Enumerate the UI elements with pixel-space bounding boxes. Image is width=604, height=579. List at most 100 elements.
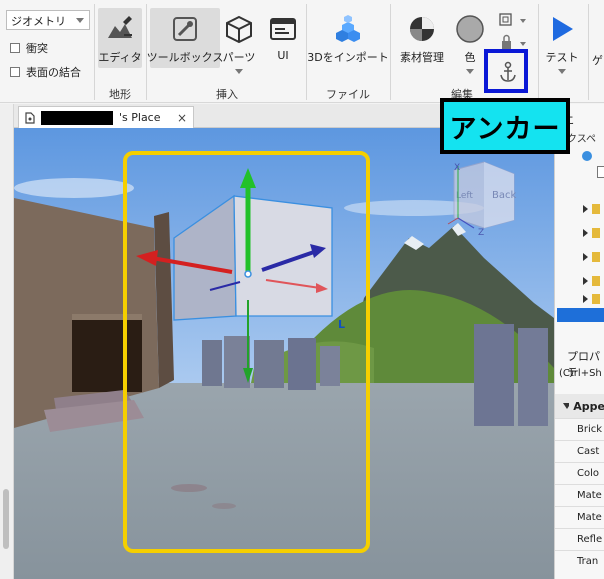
folder-icon	[592, 276, 600, 286]
tab-title: 's Place	[119, 111, 161, 124]
terrain-group-label: 地形	[109, 88, 131, 101]
group-button[interactable]	[498, 12, 528, 30]
join-surfaces-checkbox[interactable]	[10, 67, 20, 77]
lock-icon	[502, 34, 526, 49]
cube-icon	[222, 12, 256, 46]
anchor-callout: アンカー	[440, 98, 570, 154]
collision-checkbox[interactable]	[10, 43, 20, 53]
parts-label: パーツ	[222, 51, 256, 64]
import-3d-button[interactable]: 3Dをインポート	[307, 8, 389, 68]
property-name: Brick	[577, 424, 603, 435]
file-group-label: ファイル	[326, 88, 370, 101]
terrain-editor-button[interactable]: エディタ	[98, 8, 142, 68]
property-row[interactable]: Refle	[555, 528, 604, 550]
group-divider	[588, 4, 589, 100]
expand-arrow-icon[interactable]	[583, 277, 588, 285]
property-row[interactable]: Brick	[555, 418, 604, 440]
tree-item[interactable]	[583, 226, 604, 240]
expand-arrow-icon[interactable]	[583, 295, 588, 303]
color-circle-icon	[453, 12, 487, 46]
ground-mark	[212, 503, 236, 509]
toolbox-button[interactable]: ツールボックス	[147, 8, 223, 68]
geometry-dropdown[interactable]: ジオメトリ	[6, 10, 90, 30]
chevron-down-icon	[558, 69, 566, 74]
property-row[interactable]: Mate	[555, 484, 604, 506]
explorer-properties-panel: エ ークスペ プロパテ (Ctrl+Sh Appe Brick Cast Col…	[554, 104, 604, 579]
group-divider	[538, 4, 539, 100]
join-surfaces-checkbox-row[interactable]: 表面の結合	[10, 64, 81, 80]
property-row[interactable]: Mate	[555, 506, 604, 528]
collision-checkbox-row[interactable]: 衝突	[10, 40, 48, 56]
lock-button[interactable]	[498, 34, 528, 50]
import-3d-icon	[331, 12, 365, 46]
left-edge-panel	[0, 104, 14, 579]
editor-label: エディタ	[98, 51, 142, 64]
property-name: Colo	[577, 468, 599, 479]
view-cube-z-axis-label: Z	[478, 228, 484, 238]
cloud	[14, 178, 134, 198]
tree-item[interactable]	[583, 250, 604, 264]
ui-label: UI	[277, 49, 289, 62]
terrain-editor-icon	[103, 12, 137, 46]
viewport-scene: L Left Back X Z	[14, 128, 554, 579]
chevron-down-icon	[76, 18, 84, 23]
fence-block	[518, 328, 548, 426]
folder-icon	[592, 294, 600, 304]
close-icon[interactable]: ×	[177, 111, 187, 125]
property-row[interactable]: Tran	[555, 550, 604, 572]
folder-icon	[592, 252, 600, 262]
tree-item[interactable]	[583, 274, 604, 288]
expand-arrow-icon[interactable]	[583, 229, 588, 237]
collapse-arrow-icon	[563, 403, 570, 409]
folder-icon	[592, 228, 600, 238]
group-divider	[390, 4, 391, 100]
appearance-section-header[interactable]: Appe	[555, 394, 604, 418]
selected-tree-item[interactable]	[557, 308, 604, 322]
material-manager-label: 素材管理	[400, 51, 444, 64]
ground-mark	[171, 484, 207, 492]
fence-block	[288, 338, 316, 390]
import-3d-label: 3Dをインポート	[307, 51, 389, 64]
place-document-tab[interactable]: 's Place ×	[18, 106, 194, 128]
workspace-icon	[582, 151, 592, 161]
property-name: Cast	[577, 446, 600, 457]
redacted-username	[41, 110, 113, 125]
insert-group-label: 挿入	[216, 88, 238, 101]
material-manager-button[interactable]: 素材管理	[394, 8, 450, 68]
properties-filter-input[interactable]: (Ctrl+Sh	[559, 368, 602, 379]
parts-button[interactable]: パーツ	[220, 8, 258, 82]
left-scrollbar-thumb[interactable]	[3, 489, 9, 549]
color-label: 色	[464, 51, 476, 64]
house-wall	[14, 198, 159, 428]
chevron-down-icon	[466, 69, 474, 74]
join-surfaces-label: 表面の結合	[26, 66, 81, 79]
material-icon	[405, 12, 439, 46]
view-cube-x-axis-label: X	[454, 163, 460, 173]
fence-block	[224, 336, 250, 388]
document-icon	[25, 111, 35, 124]
tree-item[interactable]	[583, 292, 604, 306]
expand-arrow-icon[interactable]	[583, 253, 588, 261]
toolbox-icon	[168, 12, 202, 46]
fence-block	[320, 346, 340, 386]
property-row[interactable]: Cast	[555, 440, 604, 462]
group-icon	[499, 13, 526, 26]
test-label: テスト	[545, 51, 579, 64]
property-row[interactable]: Colo	[555, 462, 604, 484]
local-space-indicator: L	[338, 318, 345, 331]
folder-icon	[592, 204, 600, 214]
collision-label: 衝突	[26, 42, 48, 55]
3d-viewport[interactable]: L Left Back X Z	[14, 128, 554, 579]
house-door	[72, 314, 142, 392]
test-button[interactable]: テスト	[542, 8, 582, 82]
color-button[interactable]: 色	[452, 8, 488, 82]
property-name: Refle	[577, 534, 603, 545]
appearance-section-label: Appe	[573, 399, 604, 413]
ui-button[interactable]: UI	[264, 8, 302, 68]
property-name: Mate	[577, 490, 602, 501]
expand-arrow-icon[interactable]	[583, 205, 588, 213]
group-divider	[94, 4, 95, 100]
tree-item[interactable]	[583, 202, 604, 216]
anchor-highlight-box	[484, 49, 528, 93]
truncated-tool-label: ゲ	[592, 54, 603, 67]
